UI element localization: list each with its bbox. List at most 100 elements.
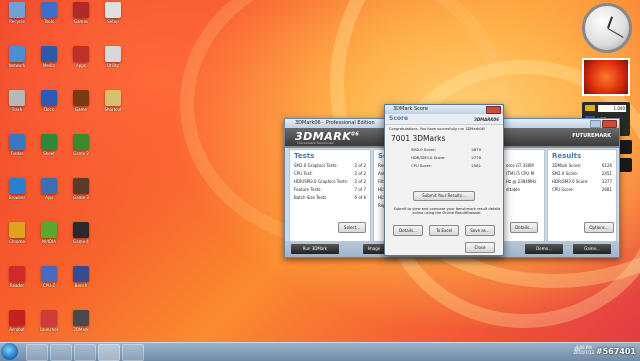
- score-label: CPU Score:: [411, 163, 432, 168]
- score-dialog-title: 3DMark Score: [393, 106, 428, 112]
- desktop-icon[interactable]: Game 3: [66, 178, 96, 210]
- desktop: Recycle Tools Games Setup Network Media Apps Ut…: [0, 0, 640, 342]
- start-button[interactable]: [1, 343, 18, 360]
- desktop-icon[interactable]: Shortcut: [98, 90, 128, 122]
- row-label: Feature Tests:: [294, 187, 322, 192]
- desktop-icon[interactable]: Game 2: [66, 134, 96, 166]
- demo-button[interactable]: Demo...: [525, 244, 563, 254]
- select-button[interactable]: Select...: [338, 222, 366, 233]
- info-row: (TM) i5 CPU M: [502, 170, 544, 178]
- app-icon: [73, 178, 89, 194]
- game-button[interactable]: Game...: [573, 244, 611, 254]
- taskbar-reader-icon[interactable]: [122, 344, 144, 361]
- taskbar-3dmark-icon[interactable]: [98, 344, 120, 361]
- desktop-icon-label: Chrome: [9, 239, 25, 244]
- taskbar-folder-icon[interactable]: [50, 344, 72, 361]
- desktop-icon[interactable]: Reader: [2, 266, 32, 298]
- score-dialog: 3DMark Score Score 3DMARK06 Congratulati…: [384, 104, 504, 256]
- info-row: 3DMark Score: 6126: [548, 162, 616, 170]
- app-icon: [9, 134, 25, 150]
- 3dmark06-logo: 3DMARK06: [474, 117, 499, 122]
- app-icon: [105, 2, 121, 18]
- desktop-icon[interactable]: Utility: [98, 46, 128, 78]
- score-header: Score 3DMARK06: [385, 114, 503, 125]
- row-label: SM2.0 Graphics Tests:: [294, 163, 338, 168]
- desktop-icon[interactable]: Network: [2, 46, 32, 78]
- submit-results-button[interactable]: Submit Your Results...: [413, 191, 475, 201]
- window-title: 3DMark06 - Professional Edition: [295, 120, 375, 126]
- system-panel: orce GT 330M (TM) i5 CPU M Hz @ 2394MHz dit…: [501, 149, 545, 247]
- row-label: SM2.0 Score:: [552, 171, 579, 176]
- desktop-icon[interactable]: 3DMark: [66, 310, 96, 342]
- desktop-icon[interactable]: Trash: [2, 90, 32, 122]
- score-details-button[interactable]: Details...: [393, 225, 423, 236]
- desktop-icon[interactable]: Folder: [2, 134, 32, 166]
- run-3dmark-button[interactable]: Run 3DMark: [291, 244, 339, 254]
- info-row: CPU Score: 2681: [548, 186, 616, 194]
- desktop-icon-label: App: [45, 195, 53, 200]
- info-row: Batch Size Tests: 6 of 6: [290, 194, 370, 202]
- taskbar-explorer-icon[interactable]: [26, 344, 48, 361]
- score-label: HDR/SM3.0 Score:: [411, 155, 446, 160]
- clock-date: 2010/7/12: [573, 350, 594, 355]
- desktop-icon[interactable]: Launcher: [34, 310, 64, 342]
- desktop-icon[interactable]: NVIDIA: [34, 222, 64, 254]
- futuremark-logo: FUTUREMARK: [572, 133, 611, 139]
- close-button[interactable]: [602, 120, 617, 128]
- desktop-icon[interactable]: Bench: [66, 266, 96, 298]
- score-close-x-button[interactable]: [486, 106, 501, 114]
- desktop-icon-label: Game 4: [73, 239, 89, 244]
- app-icon: [41, 310, 57, 326]
- desktop-icon-label: Utility: [107, 63, 119, 68]
- desktop-icon[interactable]: Recycle: [2, 2, 32, 34]
- info-row: ditable: [502, 186, 544, 194]
- options-button[interactable]: Options...: [584, 222, 614, 233]
- flag-icon: [585, 105, 595, 111]
- currency-value[interactable]: 1.000: [598, 105, 626, 112]
- app-icon: [41, 46, 57, 62]
- desktop-icon[interactable]: Game: [66, 90, 96, 122]
- desktop-icon[interactable]: Setup: [98, 2, 128, 34]
- row-value: 2 of 2: [354, 163, 367, 168]
- taskbar-media-icon[interactable]: [74, 344, 96, 361]
- desktop-icon[interactable]: Sheet: [34, 134, 64, 166]
- app-icon: [73, 2, 89, 18]
- desktop-icon[interactable]: Chrome: [2, 222, 32, 254]
- desktop-icon-label: Media: [42, 63, 55, 68]
- desktop-icon[interactable]: Media: [34, 46, 64, 78]
- image-quality-button[interactable]: Image: [363, 244, 385, 254]
- system-details-button[interactable]: Details...: [510, 222, 538, 233]
- close-button[interactable]: Close: [465, 242, 495, 253]
- desktop-icon[interactable]: Tools: [34, 2, 64, 34]
- taskbar-clock[interactable]: 4:08 PM 2010/7/12: [573, 345, 594, 355]
- row-label: Batch Size Tests:: [294, 195, 328, 200]
- row-text: Hz @ 2394MHz: [506, 179, 537, 184]
- desktop-icon[interactable]: App: [34, 178, 64, 210]
- desktop-icon[interactable]: Apps: [66, 46, 96, 78]
- slideshow-gadget[interactable]: [582, 58, 630, 96]
- minimize-button[interactable]: [590, 120, 601, 128]
- save-as-button[interactable]: Save as...: [465, 225, 495, 236]
- desktop-icon[interactable]: Acrobat: [2, 310, 32, 342]
- app-icon: [73, 266, 89, 282]
- watermark: #567401: [595, 347, 636, 356]
- row-text: (TM) i5 CPU M: [506, 171, 535, 176]
- score-label: SM2.0 Score:: [411, 147, 436, 152]
- app-icon: [73, 134, 89, 150]
- score-value: 2581: [471, 163, 481, 168]
- clock-gadget[interactable]: [582, 3, 632, 53]
- desktop-icon[interactable]: CPU-Z: [34, 266, 64, 298]
- score-row: CPU Score: 2581: [385, 162, 503, 170]
- score-row: HDR/SM3.0 Score: 2776: [385, 154, 503, 162]
- desktop-icon-label: Tools: [44, 19, 54, 24]
- desktop-icon-label: Game 3: [73, 195, 89, 200]
- clock-hour-hand: [607, 16, 614, 29]
- row-value: 2 of 2: [354, 171, 367, 176]
- desktop-icon[interactable]: Games: [66, 2, 96, 34]
- desktop-icon[interactable]: Game 4: [66, 222, 96, 254]
- desktop-icon[interactable]: Docs: [34, 90, 64, 122]
- taskbar: EN 4:08 PM 2010/7/12: [0, 342, 640, 361]
- row-value: 6 of 6: [354, 195, 367, 200]
- to-excel-button[interactable]: To Excel: [429, 225, 459, 236]
- desktop-icon[interactable]: Browser: [2, 178, 32, 210]
